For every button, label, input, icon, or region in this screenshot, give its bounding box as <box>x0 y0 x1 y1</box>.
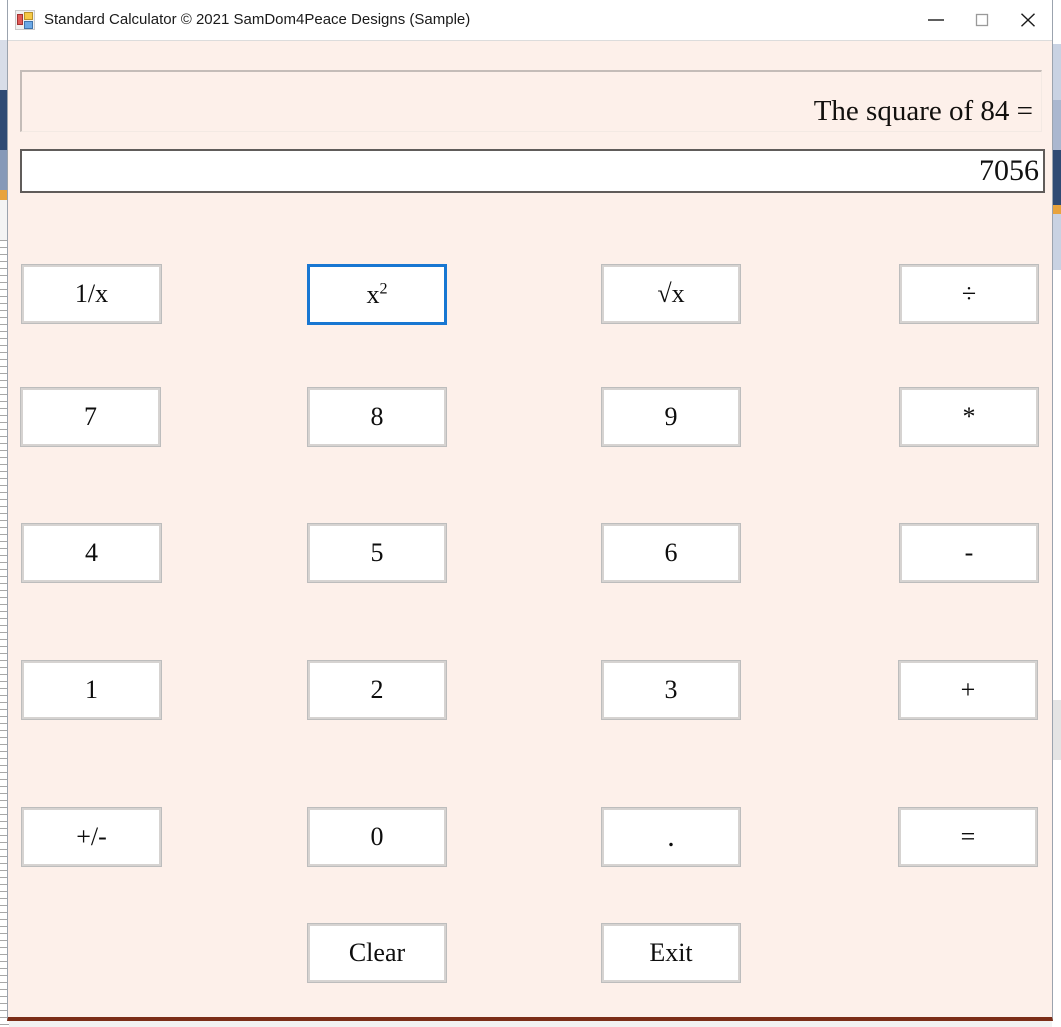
calc-button-sign-toggle[interactable]: +/- <box>21 807 162 867</box>
calc-button-label: 9 <box>664 402 678 431</box>
minimize-button[interactable] <box>913 0 959 40</box>
calc-button-label: + <box>960 675 976 704</box>
calc-button-square-root[interactable]: √x <box>601 264 741 324</box>
calc-button-digit-9[interactable]: 9 <box>601 387 741 447</box>
calc-button-decimal-point[interactable]: . <box>601 807 741 867</box>
calc-button-label: - <box>964 538 974 567</box>
window-title: Standard Calculator © 2021 SamDom4Peace … <box>44 11 471 28</box>
calc-button-label: 4 <box>85 538 98 567</box>
calc-button-label: 2 <box>370 675 384 704</box>
calc-button-digit-3[interactable]: 3 <box>601 660 741 720</box>
calc-button-label: * <box>962 402 976 431</box>
calc-button-digit-5[interactable]: 5 <box>307 523 447 583</box>
calc-button-digit-0[interactable]: 0 <box>307 807 447 867</box>
calc-button-square[interactable]: x2 <box>307 264 447 325</box>
expression-panel: The square of 84 = <box>20 70 1042 132</box>
maximize-button[interactable] <box>959 0 1005 40</box>
calc-button-digit-4[interactable]: 4 <box>21 523 162 583</box>
title-bar: Standard Calculator © 2021 SamDom4Peace … <box>8 0 1052 41</box>
calc-button-label: √x <box>657 279 685 308</box>
calc-button-digit-6[interactable]: 6 <box>601 523 741 583</box>
result-value: 7056 <box>979 154 1039 187</box>
calc-button-label: Exit <box>649 938 693 967</box>
calc-button-exit[interactable]: Exit <box>601 923 741 983</box>
calc-button-label: 6 <box>664 538 678 567</box>
calc-button-digit-8[interactable]: 8 <box>307 387 447 447</box>
calc-button-digit-2[interactable]: 2 <box>307 660 447 720</box>
calc-button-label: 1 <box>85 675 98 704</box>
calc-button-label: 8 <box>370 402 384 431</box>
calc-button-add[interactable]: + <box>898 660 1038 720</box>
calc-button-subtract[interactable]: - <box>899 523 1039 583</box>
calc-button-digit-1[interactable]: 1 <box>21 660 162 720</box>
calc-button-label: 5 <box>370 538 384 567</box>
calc-button-label: Clear <box>348 938 406 967</box>
calc-button-label: ÷ <box>961 279 977 308</box>
calc-button-label: x2 <box>366 279 388 309</box>
result-display[interactable]: 7056 <box>20 149 1045 193</box>
calc-button-label: 0 <box>370 822 384 851</box>
background-strip-right <box>1052 0 1061 1027</box>
expression-label: The square of 84 = <box>813 95 1033 127</box>
calc-button-label: +/- <box>76 822 107 851</box>
calc-button-label: . <box>667 820 675 853</box>
calculator-window: Standard Calculator © 2021 SamDom4Peace … <box>7 0 1053 1021</box>
calc-button-label: 3 <box>664 675 678 704</box>
calc-button-clear[interactable]: Clear <box>307 923 447 983</box>
calc-button-label: = <box>960 822 976 851</box>
close-button[interactable] <box>1005 0 1051 40</box>
calc-button-equals[interactable]: = <box>898 807 1038 867</box>
calc-button-multiply[interactable]: * <box>899 387 1039 447</box>
calc-button-label: 7 <box>84 402 97 431</box>
calc-button-divide[interactable]: ÷ <box>899 264 1039 324</box>
calc-button-digit-7[interactable]: 7 <box>20 387 161 447</box>
calc-button-label: 1/x <box>74 279 109 308</box>
calc-button-reciprocal[interactable]: 1/x <box>21 264 162 324</box>
windows-forms-icon <box>15 10 35 30</box>
